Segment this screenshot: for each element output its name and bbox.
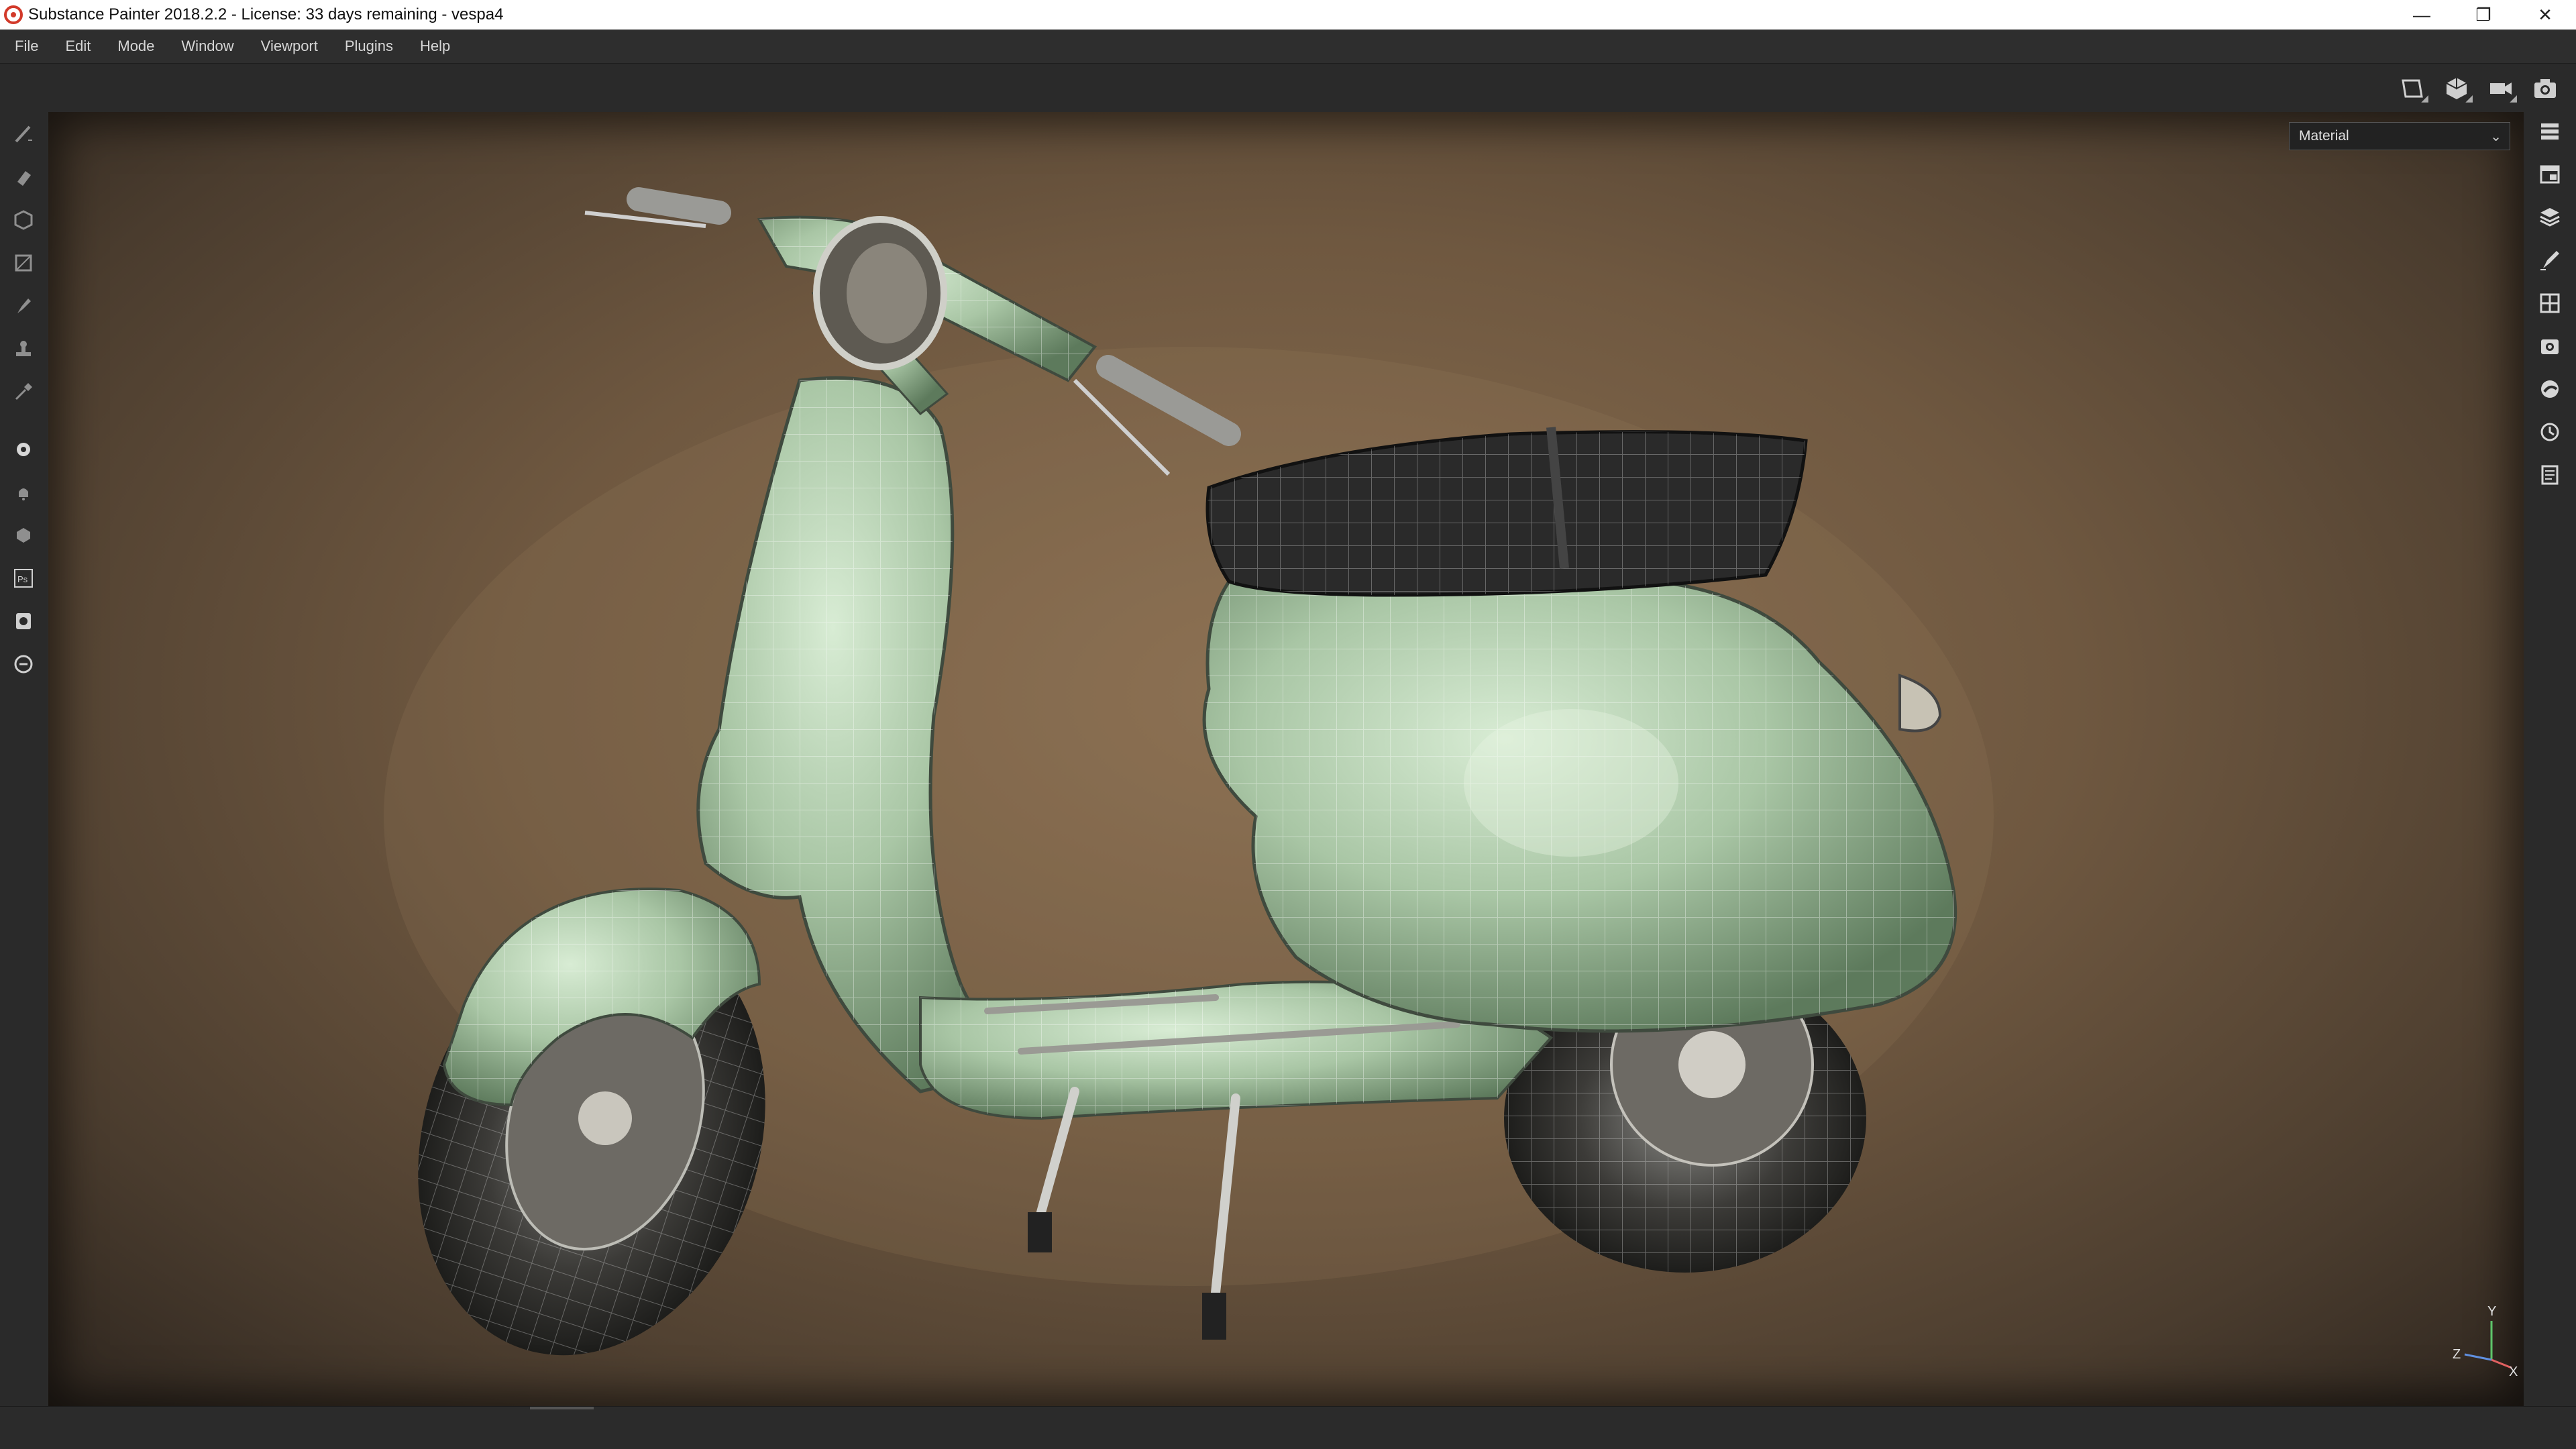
texture-set-list-icon[interactable] [2534, 159, 2565, 190]
shader-settings-icon[interactable] [2534, 374, 2565, 405]
display-settings-icon[interactable] [2534, 288, 2565, 319]
window-title: Substance Painter 2018.2.2 - License: 33… [28, 5, 504, 23]
axis-y-label: Y [2487, 1304, 2496, 1319]
axis-z-label: Z [2453, 1347, 2461, 1362]
window-controls: — ❐ ✕ [2391, 0, 2576, 30]
eraser-icon[interactable] [8, 162, 39, 193]
viewer-settings-icon[interactable] [2534, 331, 2565, 362]
axis-gizmo: Y X Z [2453, 1304, 2518, 1379]
sketchfab-icon[interactable] [8, 606, 39, 637]
log-icon[interactable] [2534, 460, 2565, 490]
iray-icon[interactable] [8, 520, 39, 551]
close-button[interactable]: ✕ [2514, 0, 2576, 30]
2d-view-icon[interactable]: ◢ [2395, 72, 2430, 105]
restore-button[interactable]: ❐ [2453, 0, 2514, 30]
properties-icon[interactable] [2534, 245, 2565, 276]
notification-icon[interactable] [8, 477, 39, 508]
status-bar-tab[interactable] [530, 1407, 594, 1409]
minimize-button[interactable]: — [2391, 0, 2453, 30]
substance-painter-logo-icon [4, 5, 23, 24]
photoshop-export-icon[interactable]: Ps [8, 563, 39, 594]
scooter-model [384, 187, 1994, 1356]
menu-mode[interactable]: Mode [104, 30, 168, 63]
texture-set-settings-icon[interactable] [2534, 202, 2565, 233]
polygon-fill-icon[interactable] [8, 248, 39, 278]
left-toolbar: Ps [0, 112, 47, 1407]
chevron-down-icon: ⌄ [2490, 129, 2502, 144]
bake-icon[interactable] [8, 434, 39, 465]
history-icon[interactable] [2534, 417, 2565, 447]
menu-viewport[interactable]: Viewport [248, 30, 331, 63]
title-bar: Substance Painter 2018.2.2 - License: 33… [0, 0, 2576, 30]
camera-icon[interactable]: ◢ [2483, 72, 2518, 105]
smudge-icon[interactable] [8, 290, 39, 321]
menu-bar: File Edit Mode Window Viewport Plugins H… [0, 30, 2576, 64]
status-bar [0, 1406, 2576, 1449]
svg-text:Ps: Ps [17, 574, 28, 584]
clone-stamp-icon[interactable] [8, 333, 39, 364]
layers-icon[interactable] [2534, 116, 2565, 147]
menu-help[interactable]: Help [407, 30, 464, 63]
menu-window[interactable]: Window [168, 30, 247, 63]
3d-view-icon[interactable]: ◢ [2439, 72, 2474, 105]
substance-share-icon[interactable] [8, 649, 39, 680]
color-picker-icon[interactable] [8, 376, 39, 407]
menu-file[interactable]: File [0, 30, 52, 63]
screenshot-icon[interactable] [2528, 72, 2563, 105]
channel-select-value: Material [2299, 128, 2349, 144]
right-toolbar [2524, 112, 2576, 1407]
channel-select[interactable]: Material ⌄ [2289, 122, 2510, 150]
3d-viewport[interactable]: Material ⌄ Y X Z [48, 112, 2524, 1407]
projection-icon[interactable] [8, 205, 39, 235]
paint-brush-icon[interactable] [8, 119, 39, 150]
axis-x-label: X [2509, 1364, 2518, 1379]
menu-plugins[interactable]: Plugins [331, 30, 407, 63]
top-toolbar: ◢ ◢ ◢ [0, 64, 2576, 112]
menu-edit[interactable]: Edit [52, 30, 104, 63]
